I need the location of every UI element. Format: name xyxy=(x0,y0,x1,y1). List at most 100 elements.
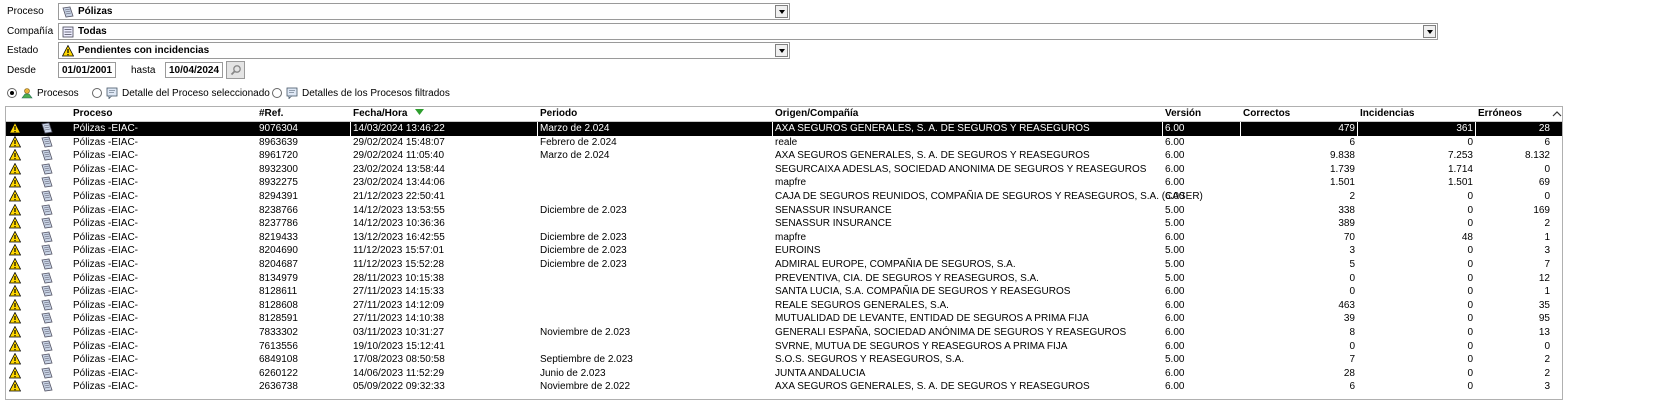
cell-correctos: 1.739 xyxy=(1329,163,1355,175)
column-header-periodo[interactable]: Periodo xyxy=(540,108,577,119)
policy-icon xyxy=(41,204,53,216)
cell-erroneos: 95 xyxy=(1538,313,1550,325)
cell-incidencias: 0 xyxy=(1467,313,1473,325)
cell-proceso: Pólizas -EIAC- xyxy=(73,327,139,338)
table-row[interactable]: Pólizas -EIAC- 8963639 29/02/2024 15:48:07… xyxy=(6,135,1562,150)
cell-ref: 8204690 xyxy=(259,245,298,257)
table-row[interactable]: Pólizas -EIAC- 2636738 05/09/2022 09:32:33… xyxy=(6,380,1562,394)
policy-icon xyxy=(41,299,53,311)
cell-incidencias: 0 xyxy=(1467,354,1473,366)
radio-detalle-proceso[interactable]: Detalle del Proceso seleccionado xyxy=(92,86,270,100)
cell-proceso: Pólizas -EIAC- xyxy=(73,313,139,325)
cell-origen: mapfre xyxy=(775,231,807,243)
desde-date-field[interactable]: 01/01/2001 xyxy=(58,62,116,78)
cell-incidencias: 1.501 xyxy=(1447,177,1473,189)
cell-ref: 9076304 xyxy=(259,123,298,134)
table-row[interactable]: Pólizas -EIAC- 8134979 28/11/2023 10:15:38… xyxy=(6,271,1562,286)
radio-dot[interactable] xyxy=(272,88,282,98)
warning-icon xyxy=(9,285,21,297)
table-row[interactable]: Pólizas -EIAC- 9076304 14/03/2024 13:46:22… xyxy=(6,122,1562,136)
cell-correctos: 0 xyxy=(1349,272,1355,284)
warning-icon xyxy=(9,271,21,283)
chevron-down-icon[interactable] xyxy=(1423,25,1436,38)
cell-periodo: Junio de 2.023 xyxy=(540,367,606,379)
cell-ref: 8238766 xyxy=(259,204,298,216)
table-row[interactable]: Pólizas -EIAC- 8961720 29/02/2024 11:05:40… xyxy=(6,149,1562,163)
table-row[interactable]: Pólizas -EIAC- 8204690 11/12/2023 15:57:01… xyxy=(6,244,1562,258)
warning-icon xyxy=(9,149,21,161)
cell-proceso: Pólizas -EIAC- xyxy=(73,177,139,189)
column-header-ref[interactable]: #Ref. xyxy=(259,108,283,119)
cell-origen: reale xyxy=(775,136,798,148)
cell-fecha: 11/12/2023 15:57:01 xyxy=(353,245,445,257)
cell-version: 6.00 xyxy=(1165,150,1185,162)
column-header-origen[interactable]: Origen/Compañía xyxy=(775,108,858,119)
compania-value: Todas xyxy=(78,26,107,37)
table-row[interactable]: Pólizas -EIAC- 7613556 19/10/2023 15:12:41… xyxy=(6,339,1562,354)
proceso-value: Pólizas xyxy=(78,6,113,17)
warning-icon xyxy=(62,45,74,57)
cell-erroneos: 3 xyxy=(1544,245,1550,257)
cell-correctos: 9.838 xyxy=(1329,150,1355,162)
scroll-up-icon[interactable] xyxy=(1552,109,1562,119)
cell-divider xyxy=(1162,122,1163,136)
table-row[interactable]: Pólizas -EIAC- 8128608 27/11/2023 14:12:09… xyxy=(6,298,1562,313)
table-row[interactable]: Pólizas -EIAC- 6260122 14/06/2023 11:52:29… xyxy=(6,366,1562,381)
chevron-down-icon[interactable] xyxy=(775,44,788,57)
proceso-select[interactable]: Pólizas xyxy=(58,3,790,20)
cell-erroneos: 8.132 xyxy=(1524,150,1550,162)
cell-erroneos: 1 xyxy=(1544,286,1550,298)
table-row[interactable]: Pólizas -EIAC- 8294391 21/12/2023 22:50:41… xyxy=(6,190,1562,204)
table-row[interactable]: Pólizas -EIAC- 7833302 03/11/2023 10:31:27… xyxy=(6,326,1562,340)
table-row[interactable]: Pólizas -EIAC- 6849108 17/08/2023 08:50:58… xyxy=(6,353,1562,367)
cell-proceso: Pólizas -EIAC- xyxy=(73,259,139,270)
cell-ref: 8219433 xyxy=(259,231,298,243)
table-row[interactable]: Pólizas -EIAC- 8128591 27/11/2023 14:10:38… xyxy=(6,312,1562,326)
cell-correctos: 389 xyxy=(1338,218,1355,230)
table-row[interactable]: Pólizas -EIAC- 8128611 27/11/2023 14:15:33… xyxy=(6,285,1562,299)
column-header-proceso[interactable]: Proceso xyxy=(73,108,112,119)
cell-incidencias: 0 xyxy=(1467,136,1473,148)
radio-dot[interactable] xyxy=(7,88,17,98)
cell-ref: 8128591 xyxy=(259,313,298,325)
cell-incidencias: 0 xyxy=(1467,327,1473,338)
cell-erroneos: 1 xyxy=(1544,231,1550,243)
cell-correctos: 39 xyxy=(1343,313,1355,325)
compania-select[interactable]: Todas xyxy=(58,23,1438,40)
radio-dot[interactable] xyxy=(92,88,102,98)
hasta-date-field[interactable]: 10/04/2024 xyxy=(165,62,223,78)
table-row[interactable]: Pólizas -EIAC- 8219433 13/12/2023 16:42:55… xyxy=(6,230,1562,245)
cell-correctos: 479 xyxy=(1338,123,1355,134)
cell-ref: 8128608 xyxy=(259,299,298,311)
column-header-version[interactable]: Versión xyxy=(1165,108,1201,119)
table-row[interactable]: Pólizas -EIAC- 8204687 11/12/2023 15:52:28… xyxy=(6,258,1562,272)
cell-divider xyxy=(1240,122,1241,136)
table-row[interactable]: Pólizas -EIAC- 8932275 23/02/2024 13:44:06… xyxy=(6,176,1562,190)
column-header-erroneos[interactable]: Erróneos xyxy=(1478,108,1522,119)
cell-fecha: 17/08/2023 08:50:58 xyxy=(353,354,445,366)
process-table[interactable]: Proceso #Ref. Fecha/Hora Periodo Origen/… xyxy=(5,106,1563,400)
cell-fecha: 14/12/2023 13:53:55 xyxy=(353,204,445,216)
chevron-down-icon[interactable] xyxy=(775,5,788,18)
column-header-fecha[interactable]: Fecha/Hora xyxy=(353,108,425,119)
cell-fecha: 11/12/2023 15:52:28 xyxy=(353,259,445,270)
radio-detalles-filtrados[interactable]: Detalles de los Procesos filtrados xyxy=(272,86,450,100)
cell-fecha: 13/12/2023 16:42:55 xyxy=(353,231,445,243)
policy-icon xyxy=(41,190,53,202)
table-row[interactable]: Pólizas -EIAC- 8932300 23/02/2024 13:58:44… xyxy=(6,162,1562,177)
radio-detalle-proceso-label: Detalle del Proceso seleccionado xyxy=(122,87,270,99)
cell-origen: SENASSUR INSURANCE xyxy=(775,218,892,230)
cell-correctos: 28 xyxy=(1343,367,1355,379)
radio-procesos[interactable]: Procesos xyxy=(7,86,79,100)
cell-ref: 7833302 xyxy=(259,327,298,338)
column-header-incidencias[interactable]: Incidencias xyxy=(1360,108,1414,119)
table-row[interactable]: Pólizas -EIAC- 8237786 14/12/2023 10:36:36… xyxy=(6,217,1562,231)
column-header-correctos[interactable]: Correctos xyxy=(1243,108,1290,119)
policy-icon xyxy=(41,353,53,365)
table-row[interactable]: Pólizas -EIAC- 8238766 14/12/2023 13:53:55… xyxy=(6,203,1562,218)
cell-erroneos: 69 xyxy=(1538,177,1550,189)
estado-select[interactable]: Pendientes con incidencias xyxy=(58,42,790,59)
cell-periodo: Noviembre de 2.023 xyxy=(540,327,631,338)
cell-version: 6.00 xyxy=(1165,299,1185,311)
search-button[interactable] xyxy=(226,61,245,79)
